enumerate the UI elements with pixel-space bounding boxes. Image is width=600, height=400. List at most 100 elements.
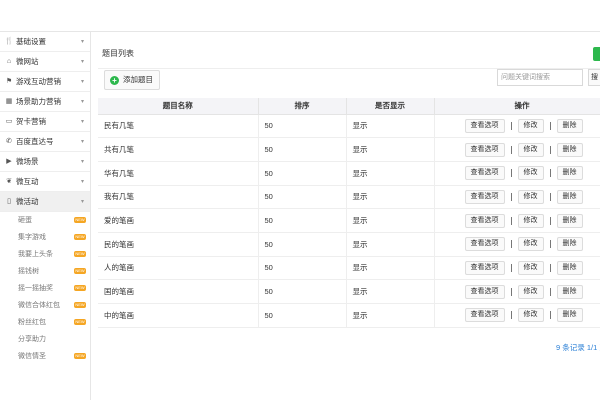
delete-button[interactable]: 删除 [556,237,583,252]
cell-order: 50 [258,114,347,139]
table-row: 华有几笔 50 显示 查看选项 修改 删除 [98,161,600,186]
sidebar-item[interactable]: ▶ 微场景 ▾ [0,152,90,172]
cell-name: 我有几笔 [98,185,259,210]
sidebar-subitem[interactable]: 摇钱树 NEW [0,263,90,280]
separator [510,169,512,178]
sidebar-subitem[interactable]: 粉丝红包 NEW [0,314,90,331]
pagination-info: 9 条记录 1/1 页 [556,343,600,352]
sidebar-subitem-label: 砸蛋 [18,217,32,224]
table-row: 人的笔画 50 显示 查看选项 修改 删除 [98,256,600,281]
table-row: 民的笔画 50 显示 查看选项 修改 删除 [98,232,600,257]
delete-button[interactable]: 删除 [556,308,583,323]
sidebar-subitem[interactable]: 集字游戏 NEW [0,229,90,246]
separator [510,121,512,130]
sidebar-subitem[interactable]: 微信合体红包 NEW [0,297,90,314]
sidebar-subitem-label: 粉丝红包 [18,319,46,326]
edit-button[interactable]: 修改 [517,308,544,323]
delete-button[interactable]: 删除 [556,284,583,299]
column-header-show: 是否显示 [346,98,435,115]
cell-name: 民的笔画 [98,232,259,257]
edit-button[interactable]: 修改 [517,284,544,299]
cell-order: 50 [258,208,347,233]
delete-button[interactable]: 删除 [556,118,583,133]
edit-button[interactable]: 修改 [517,142,544,157]
add-question-button[interactable]: + 添加题目 [104,70,160,90]
view-options-button[interactable]: 查看选项 [464,166,505,181]
edit-button[interactable]: 修改 [517,213,544,228]
chevron-down-icon: ▾ [80,99,84,105]
search-button[interactable]: 搜索 [588,69,600,86]
chevron-down-icon: ▾ [80,159,84,165]
delete-button[interactable]: 删除 [556,166,583,181]
sidebar-item-label: 微活动 [16,197,39,206]
sidebar-item-label: 贺卡营销 [16,117,46,126]
sidebar-subitem[interactable]: 摇一摇抽奖 NEW [0,280,90,297]
sidebar-item-icon: 🍴 [4,38,14,45]
cell-show: 显示 [346,232,435,257]
table-row: 爱的笔画 50 显示 查看选项 修改 删除 [98,208,600,233]
chevron-down-icon: ▾ [80,119,84,125]
cell-show: 显示 [346,208,435,233]
delete-button[interactable]: 删除 [556,142,583,157]
sidebar-subitem[interactable]: 分享助力 [0,331,90,348]
cell-order: 50 [258,303,347,328]
sidebar-item-icon: ✆ [6,138,12,145]
table-row: 中的笔画 50 显示 查看选项 修改 删除 [98,303,600,328]
separator [549,145,551,154]
sidebar-item-icon: ▦ [5,98,13,105]
sidebar-item[interactable]: ▭ 贺卡营销 ▾ [0,112,90,132]
sidebar-item[interactable]: ❦ 微互动 ▾ [0,172,90,192]
sidebar-item-label: 基础设置 [16,37,46,46]
view-options-button[interactable]: 查看选项 [464,260,505,275]
view-options-button[interactable]: 查看选项 [464,237,505,252]
view-options-button[interactable]: 查看选项 [464,118,505,133]
sidebar-item-icon: ⌂ [6,58,12,65]
question-table: 题目名称 排序 是否显示 操作 民有几笔 50 显示 查看选项 修改 删除 共有几笔 50 显示… [98,98,600,328]
cell-order: 50 [258,256,347,281]
edit-button[interactable]: 修改 [517,118,544,133]
sidebar-subitem[interactable]: 微信情圣 NEW [0,348,90,365]
sidebar-item-label: 微互动 [16,177,39,186]
view-options-button[interactable]: 查看选项 [464,142,505,157]
cell-name: 人的笔画 [98,256,259,281]
view-options-button[interactable]: 查看选项 [464,284,505,299]
new-badge: NEW [74,217,86,223]
cell-show: 显示 [346,185,435,210]
delete-button[interactable]: 删除 [556,189,583,204]
sidebar-item[interactable]: ▯ 微活动 ▾ [0,192,90,212]
cell-show: 显示 [346,256,435,281]
sidebar-item[interactable]: ⚑ 游戏互动营销 ▾ [0,72,90,92]
sidebar-subitem-label: 摇一摇抽奖 [18,285,53,292]
edit-button[interactable]: 修改 [517,260,544,275]
cell-order: 50 [258,161,347,186]
add-question-label: 添加题目 [123,75,153,84]
view-options-button[interactable]: 查看选项 [464,308,505,323]
edit-button[interactable]: 修改 [517,189,544,204]
sidebar-item[interactable]: ▦ 场景助力营销 ▾ [0,92,90,112]
top-bar [0,0,600,32]
view-options-button[interactable]: 查看选项 [464,213,505,228]
cell-show: 显示 [346,114,435,139]
sidebar-item-label: 场景助力营销 [16,97,61,106]
sidebar-item[interactable]: 🍴 基础设置 ▾ [0,32,90,52]
separator [510,145,512,154]
sidebar-subitem[interactable]: 我要上头条 NEW [0,246,90,263]
delete-button[interactable]: 删除 [556,260,583,275]
cell-name: 民有几笔 [98,114,259,139]
search-input[interactable] [497,69,583,86]
chevron-down-icon: ▾ [80,39,84,45]
sidebar-item[interactable]: ⌂ 微网站 ▾ [0,52,90,72]
page-title: 题目列表 [102,49,134,58]
delete-button[interactable]: 删除 [556,213,583,228]
sidebar-item[interactable]: ✆ 百度直达号 ▾ [0,132,90,152]
edit-button[interactable]: 修改 [517,166,544,181]
green-action-button[interactable] [593,47,600,61]
sidebar-subitem[interactable]: 砸蛋 NEW [0,212,90,229]
sidebar-subitem-label: 集字游戏 [18,234,46,241]
new-badge: NEW [74,302,86,308]
cell-order: 50 [258,279,347,304]
edit-button[interactable]: 修改 [517,237,544,252]
sidebar-subitem-label: 微信合体红包 [18,302,60,309]
view-options-button[interactable]: 查看选项 [464,189,505,204]
sidebar-item-icon: ⚑ [5,78,13,85]
